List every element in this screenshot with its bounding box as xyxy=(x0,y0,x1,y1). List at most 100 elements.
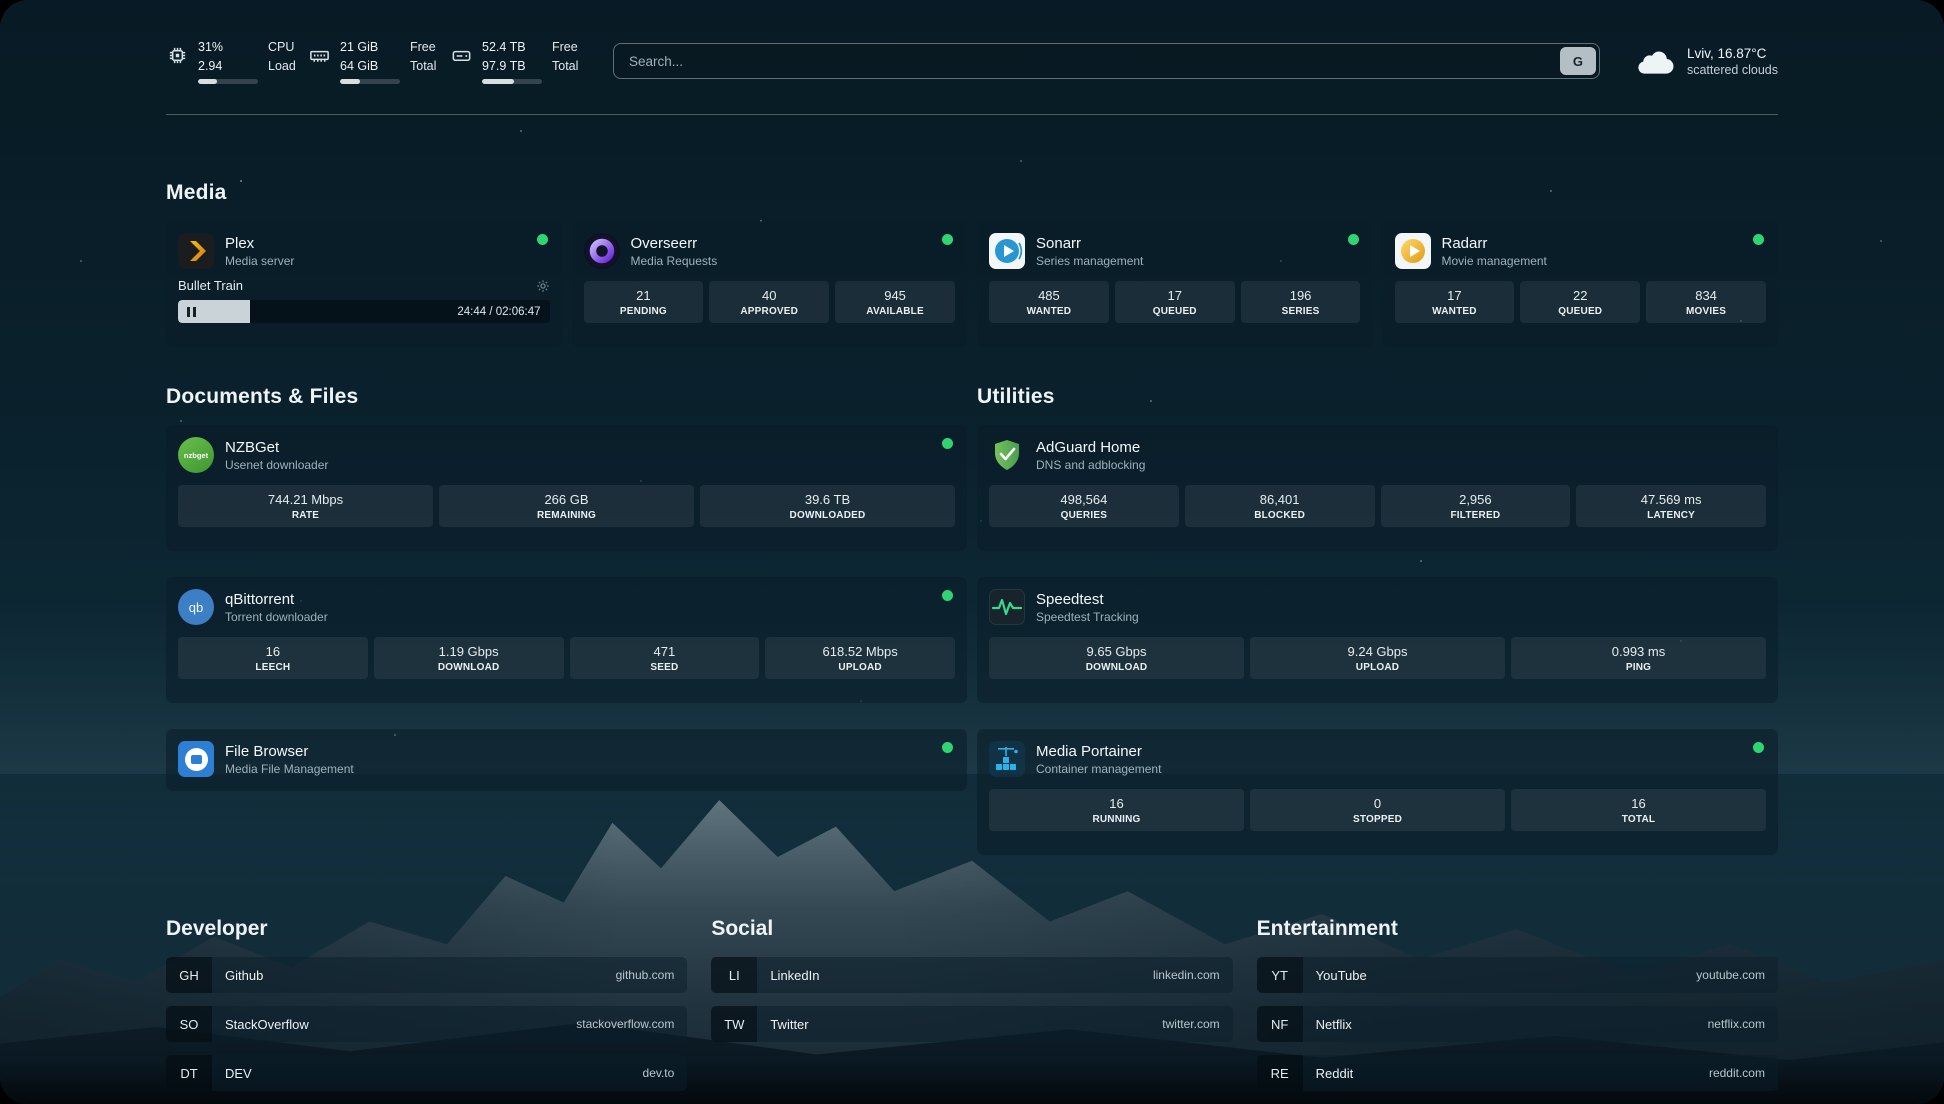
bookmarks-developer: Developer GH Github github.com SO StackO… xyxy=(166,917,687,1104)
now-playing-row: Bullet Train xyxy=(178,278,550,293)
stats-row: 16RUNNING 0STOPPED 16TOTAL xyxy=(989,789,1766,831)
service-name: Speedtest xyxy=(1036,591,1139,608)
bookmark-twitter[interactable]: TW Twitter twitter.com xyxy=(711,1006,1232,1042)
card-header: Overseerr Media Requests xyxy=(584,233,956,269)
stat-upload: 618.52 MbpsUPLOAD xyxy=(765,637,955,679)
bookmarks-title-social: Social xyxy=(711,917,1232,941)
service-card-overseerr[interactable]: Overseerr Media Requests 21PENDING 40APP… xyxy=(572,221,968,347)
media-grid: Plex Media server Bullet Train 24:44 / 0… xyxy=(166,221,1778,347)
cpu-progress-fill xyxy=(198,79,217,84)
bookmark-abbr: SO xyxy=(166,1006,212,1042)
bookmark-dev[interactable]: DT DEV dev.to xyxy=(166,1055,687,1091)
qbittorrent-icon: qb xyxy=(178,589,214,625)
adguard-icon xyxy=(989,437,1025,473)
stats-row: 9.65 GbpsDOWNLOAD 9.24 GbpsUPLOAD 0.993 … xyxy=(989,637,1766,679)
utilities-column: Utilities AdGuard xyxy=(977,385,1778,855)
stat-remaining: 266 GBREMAINING xyxy=(439,485,694,527)
status-dot xyxy=(942,590,953,601)
service-description: DNS and adblocking xyxy=(1036,458,1145,472)
card-header: AdGuard Home DNS and adblocking xyxy=(989,437,1766,473)
dashboard-screen: 31% 2.94 CPU Load 21 Gi xyxy=(0,0,1944,1104)
memory-progress-fill xyxy=(340,79,360,84)
dashboard-content: 31% 2.94 CPU Load 21 Gi xyxy=(0,0,1944,1104)
bookmark-abbr: YT xyxy=(1257,957,1303,993)
bookmark-abbr: LI xyxy=(711,957,757,993)
bookmarks-title-developer: Developer xyxy=(166,917,687,941)
now-playing-title: Bullet Train xyxy=(178,278,243,293)
bookmark-name: Twitter xyxy=(770,1017,808,1032)
stat-downloaded: 39.6 TBDOWNLOADED xyxy=(700,485,955,527)
search-input[interactable] xyxy=(613,43,1600,79)
pause-icon[interactable] xyxy=(187,307,196,317)
card-header: qb qBittorrent Torrent downloader xyxy=(178,589,955,625)
bookmark-url: linkedin.com xyxy=(1153,968,1220,982)
portainer-icon xyxy=(989,741,1025,777)
stat-approved: 40APPROVED xyxy=(709,281,829,323)
card-header: Sonarr Series management xyxy=(989,233,1361,269)
playback-time: 24:44 / 02:06:47 xyxy=(457,306,540,318)
disk-icon xyxy=(450,44,473,67)
overseerr-icon xyxy=(584,233,620,269)
bookmark-netflix[interactable]: NF Netflix netflix.com xyxy=(1257,1006,1778,1042)
disk-free-label: Free xyxy=(552,38,578,56)
memory-free-value: 21 GiB xyxy=(340,38,400,56)
stat-filtered: 2,956FILTERED xyxy=(1381,485,1571,527)
gear-icon[interactable] xyxy=(536,279,550,293)
bookmark-github[interactable]: GH Github github.com xyxy=(166,957,687,993)
stat-queued: 17QUEUED xyxy=(1115,281,1235,323)
search-provider-button[interactable]: G xyxy=(1560,47,1596,75)
bookmark-abbr: DT xyxy=(166,1055,212,1091)
bookmark-url: twitter.com xyxy=(1162,1017,1219,1031)
status-dot xyxy=(1753,742,1764,753)
card-header: nzbget NZBGet Usenet downloader xyxy=(178,437,955,473)
section-title-media: Media xyxy=(166,181,1778,205)
status-dot xyxy=(1348,234,1359,245)
bookmark-reddit[interactable]: RE Reddit reddit.com xyxy=(1257,1055,1778,1091)
service-card-plex[interactable]: Plex Media server Bullet Train 24:44 / 0… xyxy=(166,221,562,347)
service-card-filebrowser[interactable]: File Browser Media File Management xyxy=(166,729,967,791)
status-dot xyxy=(537,234,548,245)
stat-running: 16RUNNING xyxy=(989,789,1244,831)
weather-widget: Lviv, 16.87°C scattered clouds xyxy=(1634,46,1778,77)
stat-download: 9.65 GbpsDOWNLOAD xyxy=(989,637,1244,679)
card-header: Media Portainer Container management xyxy=(989,741,1766,777)
bookmark-linkedin[interactable]: LI LinkedIn linkedin.com xyxy=(711,957,1232,993)
cpu-usage-value: 31% xyxy=(198,38,258,56)
stats-row: 498,564QUERIES 86,401BLOCKED 2,956FILTER… xyxy=(989,485,1766,527)
service-card-nzbget[interactable]: nzbget NZBGet Usenet downloader 744.21 M… xyxy=(166,425,967,551)
service-card-qbittorrent[interactable]: qb qBittorrent Torrent downloader 16LEEC… xyxy=(166,577,967,703)
stat-queries: 498,564QUERIES xyxy=(989,485,1179,527)
plex-icon xyxy=(178,233,214,269)
service-card-radarr[interactable]: Radarr Movie management 17WANTED 22QUEUE… xyxy=(1383,221,1779,347)
service-name: Sonarr xyxy=(1036,235,1143,252)
service-card-portainer[interactable]: Media Portainer Container management 16R… xyxy=(977,729,1778,855)
service-name: Radarr xyxy=(1442,235,1547,252)
service-card-sonarr[interactable]: Sonarr Series management 485WANTED 17QUE… xyxy=(977,221,1373,347)
disk-progress-bar xyxy=(482,79,542,84)
nzbget-icon: nzbget xyxy=(178,437,214,473)
stat-seed: 471SEED xyxy=(570,637,760,679)
cpu-load-value: 2.94 xyxy=(198,57,258,75)
bookmark-url: dev.to xyxy=(643,1066,675,1080)
bookmark-url: stackoverflow.com xyxy=(576,1017,674,1031)
stat-total: 16TOTAL xyxy=(1511,789,1766,831)
stat-series: 196SERIES xyxy=(1241,281,1361,323)
stat-blocked: 86,401BLOCKED xyxy=(1185,485,1375,527)
stat-pending: 21PENDING xyxy=(584,281,704,323)
bookmark-abbr: TW xyxy=(711,1006,757,1042)
memory-total-label: Total xyxy=(410,57,436,75)
search-bar: G xyxy=(613,43,1600,79)
status-dot xyxy=(1753,234,1764,245)
card-header: Radarr Movie management xyxy=(1395,233,1767,269)
cpu-load-label: Load xyxy=(268,57,296,75)
bookmark-stackoverflow[interactable]: SO StackOverflow stackoverflow.com xyxy=(166,1006,687,1042)
documents-column: Documents & Files nzbget NZBGet Usenet d… xyxy=(166,385,967,855)
weather-location: Lviv, 16.87°C xyxy=(1687,46,1778,61)
stats-row: 16LEECH 1.19 GbpsDOWNLOAD 471SEED 618.52… xyxy=(178,637,955,679)
bookmark-youtube[interactable]: YT YouTube youtube.com xyxy=(1257,957,1778,993)
service-card-speedtest[interactable]: Speedtest Speedtest Tracking 9.65 GbpsDO… xyxy=(977,577,1778,703)
service-description: Torrent downloader xyxy=(225,610,328,624)
now-playing-progress: 24:44 / 02:06:47 xyxy=(178,300,550,323)
bookmark-url: netflix.com xyxy=(1708,1017,1765,1031)
service-card-adguard[interactable]: AdGuard Home DNS and adblocking 498,564Q… xyxy=(977,425,1778,551)
